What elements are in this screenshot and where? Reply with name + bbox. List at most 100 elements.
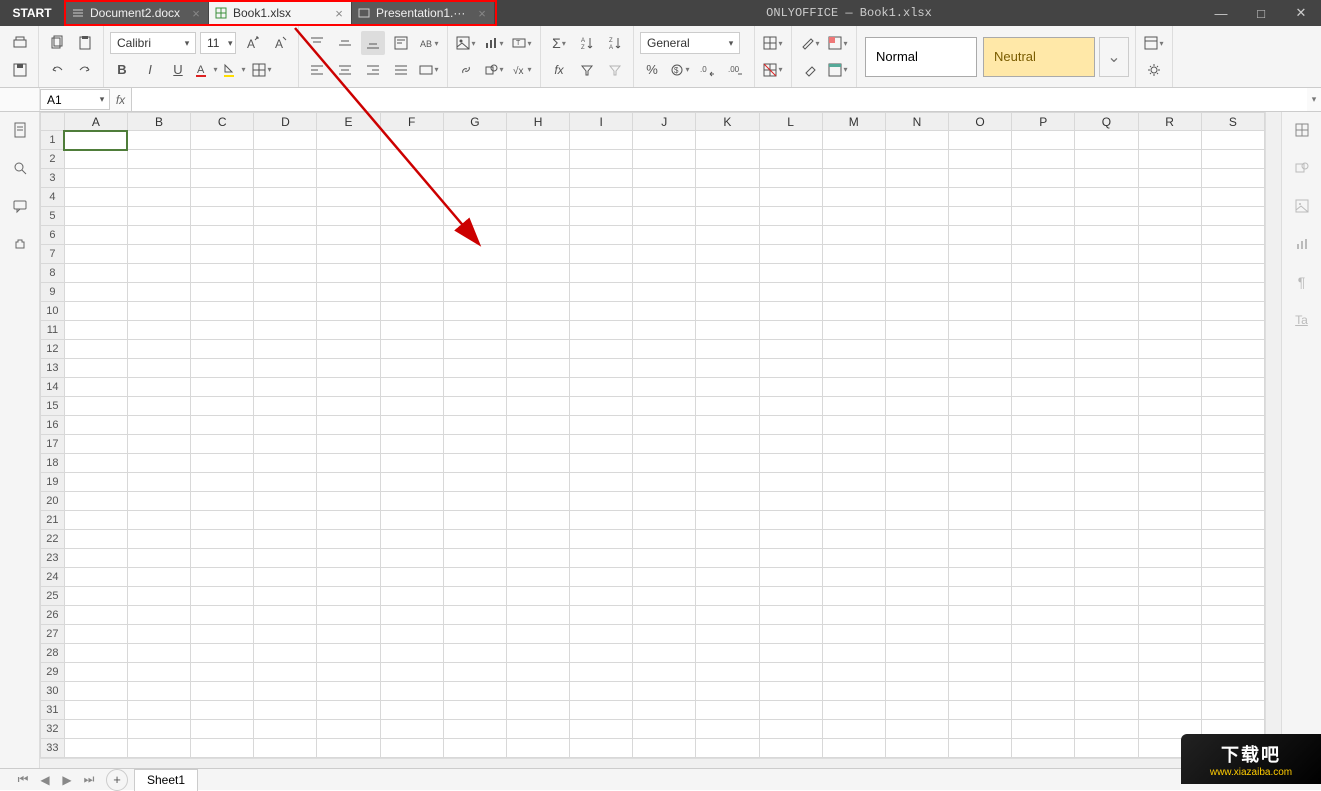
cell[interactable] xyxy=(1138,264,1201,283)
cell[interactable] xyxy=(570,606,633,625)
cell[interactable] xyxy=(1201,644,1264,663)
cell[interactable] xyxy=(380,625,443,644)
cell[interactable] xyxy=(443,226,506,245)
cell[interactable] xyxy=(127,188,190,207)
cell[interactable] xyxy=(949,416,1012,435)
cell[interactable] xyxy=(759,302,822,321)
cell[interactable] xyxy=(1012,340,1075,359)
cell[interactable] xyxy=(191,549,254,568)
cell[interactable] xyxy=(317,492,380,511)
cell[interactable] xyxy=(64,644,127,663)
cell[interactable] xyxy=(506,549,569,568)
cell[interactable] xyxy=(254,587,317,606)
cell[interactable] xyxy=(949,682,1012,701)
cell[interactable] xyxy=(949,625,1012,644)
cell[interactable] xyxy=(506,435,569,454)
cell[interactable] xyxy=(949,530,1012,549)
cell[interactable] xyxy=(1012,416,1075,435)
cell[interactable] xyxy=(191,321,254,340)
cell[interactable] xyxy=(380,207,443,226)
cell[interactable] xyxy=(380,245,443,264)
row-header[interactable]: 24 xyxy=(41,568,65,587)
cell[interactable] xyxy=(570,416,633,435)
cell[interactable] xyxy=(506,663,569,682)
cell[interactable] xyxy=(380,606,443,625)
column-header[interactable]: A xyxy=(64,113,127,131)
cell[interactable] xyxy=(633,682,696,701)
cell[interactable] xyxy=(1201,587,1264,606)
cell[interactable] xyxy=(443,720,506,739)
document-tab-pptx[interactable]: Presentation1.··· × xyxy=(352,2,495,24)
sidebar-comments-icon[interactable] xyxy=(8,194,32,218)
rsb-chart-icon[interactable] xyxy=(1290,232,1314,256)
cell[interactable] xyxy=(317,435,380,454)
cell[interactable] xyxy=(317,188,380,207)
cell[interactable] xyxy=(64,739,127,758)
cell[interactable] xyxy=(759,169,822,188)
cell[interactable] xyxy=(633,150,696,169)
cell[interactable] xyxy=(885,245,948,264)
row-header[interactable]: 16 xyxy=(41,416,65,435)
cell[interactable] xyxy=(885,359,948,378)
cell[interactable] xyxy=(949,644,1012,663)
align-top-button[interactable] xyxy=(305,31,329,55)
cell[interactable] xyxy=(633,264,696,283)
cell[interactable] xyxy=(254,378,317,397)
cell[interactable] xyxy=(949,340,1012,359)
cell[interactable] xyxy=(1138,340,1201,359)
cell[interactable] xyxy=(1138,549,1201,568)
cell[interactable] xyxy=(570,188,633,207)
cell[interactable] xyxy=(885,701,948,720)
column-header[interactable]: K xyxy=(696,113,759,131)
cell[interactable] xyxy=(127,492,190,511)
cell[interactable] xyxy=(127,397,190,416)
insert-shape-button[interactable]: ▾ xyxy=(482,58,506,82)
cell[interactable] xyxy=(759,150,822,169)
rsb-shape-icon[interactable] xyxy=(1290,156,1314,180)
cell[interactable] xyxy=(380,663,443,682)
cell[interactable] xyxy=(506,682,569,701)
cell[interactable] xyxy=(127,587,190,606)
cell[interactable] xyxy=(64,207,127,226)
cell[interactable] xyxy=(191,530,254,549)
cell[interactable] xyxy=(317,587,380,606)
cell[interactable] xyxy=(570,587,633,606)
cell[interactable] xyxy=(1075,511,1138,530)
cell[interactable] xyxy=(127,416,190,435)
cell[interactable] xyxy=(570,264,633,283)
cell[interactable] xyxy=(254,720,317,739)
cell[interactable] xyxy=(443,207,506,226)
cell[interactable] xyxy=(191,492,254,511)
cell[interactable] xyxy=(254,473,317,492)
cell[interactable] xyxy=(64,378,127,397)
cell[interactable] xyxy=(254,397,317,416)
cell[interactable] xyxy=(1075,416,1138,435)
cell[interactable] xyxy=(696,378,759,397)
cell[interactable] xyxy=(822,454,885,473)
cell[interactable] xyxy=(885,625,948,644)
cell[interactable] xyxy=(1201,568,1264,587)
cell[interactable] xyxy=(1012,568,1075,587)
cell[interactable] xyxy=(64,606,127,625)
cell[interactable] xyxy=(1075,720,1138,739)
cell[interactable] xyxy=(191,207,254,226)
cell[interactable] xyxy=(696,549,759,568)
formula-input[interactable] xyxy=(132,88,1307,111)
row-header[interactable]: 32 xyxy=(41,720,65,739)
cell[interactable] xyxy=(443,549,506,568)
cell[interactable] xyxy=(64,150,127,169)
row-header[interactable]: 17 xyxy=(41,435,65,454)
cell[interactable] xyxy=(380,511,443,530)
cell[interactable] xyxy=(570,625,633,644)
cell[interactable] xyxy=(885,549,948,568)
cell[interactable] xyxy=(380,283,443,302)
cell[interactable] xyxy=(822,701,885,720)
cell[interactable] xyxy=(1201,435,1264,454)
cell[interactable] xyxy=(191,454,254,473)
cell[interactable] xyxy=(822,682,885,701)
cell[interactable] xyxy=(317,644,380,663)
cell[interactable] xyxy=(1075,150,1138,169)
cell[interactable] xyxy=(1075,435,1138,454)
cell[interactable] xyxy=(885,378,948,397)
rsb-cell-icon[interactable] xyxy=(1290,118,1314,142)
